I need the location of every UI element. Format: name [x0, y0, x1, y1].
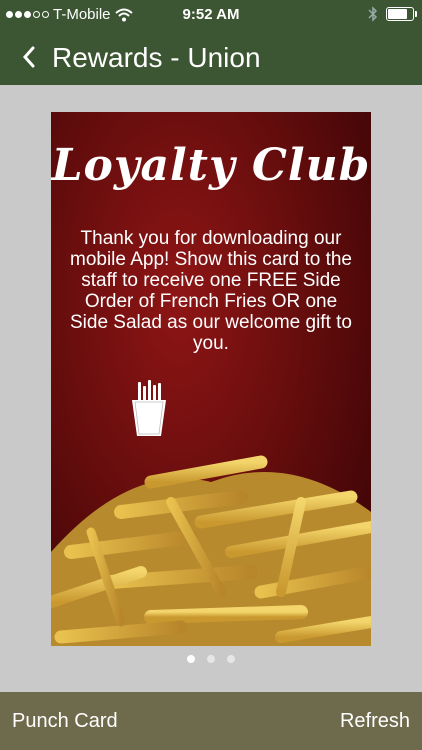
refresh-button[interactable]: Refresh [340, 710, 410, 733]
nav-bar: Rewards - Union [0, 30, 422, 85]
card-message: Thank you for downloading our mobile App… [70, 228, 352, 354]
loyalty-card[interactable]: Loyalty Club Thank you for downloading o… [51, 112, 371, 646]
status-time: 9:52 AM [182, 6, 240, 23]
page-indicator[interactable] [0, 655, 422, 663]
back-button[interactable] [22, 40, 36, 77]
chevron-left-icon [22, 46, 35, 68]
status-right [368, 6, 417, 22]
page-dot[interactable] [227, 655, 235, 663]
battery-icon [386, 7, 417, 21]
card-title: Loyalty Club [51, 140, 371, 191]
bluetooth-icon [368, 6, 378, 22]
bottom-bar: Punch Card Refresh [0, 692, 422, 750]
french-fries-icon [132, 380, 166, 436]
page-dot[interactable] [207, 655, 215, 663]
punch-card-button[interactable]: Punch Card [12, 710, 118, 733]
page-dot[interactable] [187, 655, 195, 663]
page-title: Rewards - Union [52, 42, 261, 73]
fries-photo [51, 455, 371, 646]
status-bar: T-Mobile 9:52 AM [0, 0, 422, 30]
